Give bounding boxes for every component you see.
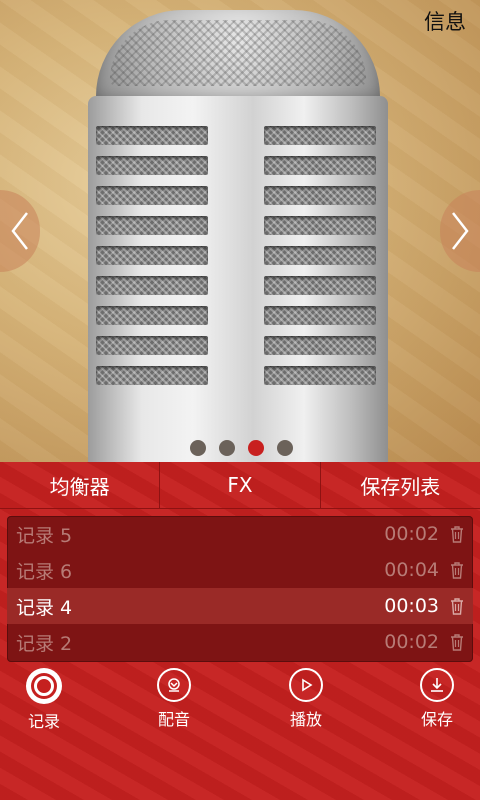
microphone-image bbox=[88, 10, 388, 462]
action-bar: 记录 配音 播放 保存 bbox=[0, 668, 480, 748]
recording-name: 记录 4 bbox=[16, 596, 73, 619]
page-dot-active[interactable] bbox=[248, 440, 264, 456]
tab-saved-list[interactable]: 保存列表 bbox=[321, 462, 480, 508]
recording-duration: 00:02 bbox=[384, 523, 439, 545]
trash-icon[interactable] bbox=[449, 525, 465, 543]
dub-label: 配音 bbox=[157, 710, 190, 729]
recording-list: 记录 5 00:02 记录 6 00:04 记录 4 00:03 记录 2 00… bbox=[7, 516, 473, 662]
tab-bar: 均衡器 FX 保存列表 bbox=[0, 462, 480, 509]
chevron-left-icon bbox=[11, 212, 28, 250]
download-icon bbox=[420, 668, 454, 702]
previous-arrow-button[interactable] bbox=[0, 190, 40, 272]
record-button[interactable]: 记录 bbox=[4, 668, 84, 732]
recording-row[interactable]: 记录 5 00:02 bbox=[7, 516, 473, 552]
recording-duration: 00:02 bbox=[384, 631, 439, 653]
page-dot[interactable] bbox=[219, 440, 235, 456]
recording-name: 记录 6 bbox=[16, 560, 73, 583]
play-icon bbox=[289, 668, 323, 702]
recording-row[interactable]: 记录 6 00:04 bbox=[7, 552, 473, 588]
recording-row[interactable]: 记录 2 00:02 bbox=[7, 624, 473, 660]
recording-duration: 00:03 bbox=[384, 595, 439, 617]
trash-icon[interactable] bbox=[449, 561, 465, 579]
page-dot[interactable] bbox=[277, 440, 293, 456]
save-button[interactable]: 保存 bbox=[397, 668, 477, 730]
play-label: 播放 bbox=[289, 710, 322, 729]
microphone-head bbox=[96, 10, 380, 106]
recording-row-selected[interactable]: 记录 4 00:03 bbox=[7, 588, 473, 624]
recording-duration: 00:04 bbox=[384, 559, 439, 581]
control-panel: 均衡器 FX 保存列表 记录 5 00:02 记录 6 00:04 记录 4 0… bbox=[0, 462, 480, 800]
trash-icon[interactable] bbox=[449, 633, 465, 651]
dub-icon bbox=[157, 668, 191, 702]
tab-fx[interactable]: FX bbox=[160, 462, 321, 508]
next-arrow-button[interactable] bbox=[440, 190, 480, 272]
page-dot[interactable] bbox=[190, 440, 206, 456]
recording-name: 记录 5 bbox=[16, 524, 73, 547]
save-label: 保存 bbox=[420, 710, 453, 729]
page-indicator bbox=[190, 440, 293, 456]
tab-equalizer[interactable]: 均衡器 bbox=[0, 462, 161, 508]
chevron-right-icon bbox=[452, 212, 469, 250]
microphone-hero: 信息 bbox=[0, 0, 480, 462]
info-button[interactable]: 信息 bbox=[424, 6, 466, 36]
record-label: 记录 bbox=[27, 712, 60, 731]
record-icon bbox=[26, 668, 62, 704]
play-button[interactable]: 播放 bbox=[266, 668, 346, 730]
trash-icon[interactable] bbox=[449, 597, 465, 615]
microphone-body bbox=[88, 96, 388, 462]
recording-name: 记录 2 bbox=[16, 632, 73, 655]
dub-button[interactable]: 配音 bbox=[134, 668, 214, 730]
